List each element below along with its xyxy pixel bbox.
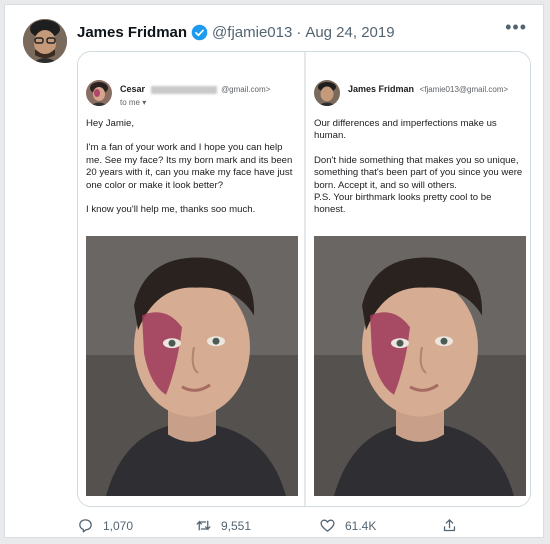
sender-name-left: Cesar: [120, 84, 146, 94]
tweet-header: James Fridman @fjamie013 · Aug 24, 2019: [77, 21, 395, 43]
tweet-card: James Fridman @fjamie013 · Aug 24, 2019 …: [4, 4, 544, 538]
edited-photo: [314, 236, 526, 496]
sender-address-right: <fjamie013@gmail.com>: [419, 85, 509, 94]
email-screenshot-right: James Fridman <fjamie013@gmail.com> Our …: [306, 52, 530, 506]
recipient-line: to me ▾: [120, 98, 147, 107]
retweet-button[interactable]: 9,551: [195, 517, 251, 534]
share-icon: [443, 519, 456, 532]
reply-count: 1,070: [103, 518, 134, 533]
tweet-actions: 1,070 9,551 61.4K: [77, 517, 457, 537]
like-button[interactable]: 61.4K: [319, 517, 376, 534]
email-paragraph: I'm a fan of your work and I hope you ca…: [86, 142, 293, 191]
retweet-count: 9,551: [221, 518, 252, 533]
email-header-right: James Fridman <fjamie013@gmail.com>: [314, 80, 526, 112]
author-avatar[interactable]: [23, 19, 67, 63]
email-screenshot-left: Cesar @gmail.com> to me ▾ Hey Jamie, I'm…: [78, 52, 304, 506]
sender-line-left: Cesar @gmail.com>: [120, 84, 270, 94]
like-icon: [320, 519, 335, 532]
email-paragraph: Don't hide something that makes you so u…: [314, 154, 523, 216]
email-paragraph: I know you'll help me, thanks soo much.: [86, 204, 256, 216]
sender-domain: @gmail.com>: [221, 85, 271, 94]
separator-dot: ·: [296, 23, 302, 41]
share-button[interactable]: [441, 517, 458, 534]
email-body-right: Our differences and imperfections make u…: [314, 118, 524, 229]
email-body-left: Hey Jamie, I'm a fan of your work and I …: [86, 118, 296, 228]
author-handle[interactable]: @fjamie013: [212, 24, 292, 41]
reply-button[interactable]: 1,070: [77, 517, 133, 534]
sender-avatar-left: [86, 80, 112, 106]
more-icon[interactable]: •••: [505, 18, 527, 36]
email-paragraph: Our differences and imperfections make u…: [314, 118, 497, 142]
redacted-email: [150, 85, 217, 94]
tweet-media[interactable]: Cesar @gmail.com> to me ▾ Hey Jamie, I'm…: [77, 51, 531, 507]
avatar-image: [23, 19, 67, 63]
retweet-icon: [196, 520, 211, 531]
verified-icon: [191, 24, 208, 41]
email-paragraph: Hey Jamie,: [86, 118, 134, 129]
tweet-date[interactable]: Aug 24, 2019: [305, 24, 394, 41]
sender-name-right: James Fridman: [348, 84, 415, 94]
email-header-left: Cesar @gmail.com> to me ▾: [86, 80, 298, 112]
original-photo: [86, 236, 298, 496]
sender-line-right: James Fridman <fjamie013@gmail.com>: [348, 84, 508, 94]
sender-avatar-right: [314, 80, 340, 106]
like-count: 61.4K: [345, 518, 377, 533]
author-name[interactable]: James Fridman: [77, 24, 187, 41]
reply-icon: [79, 519, 92, 533]
